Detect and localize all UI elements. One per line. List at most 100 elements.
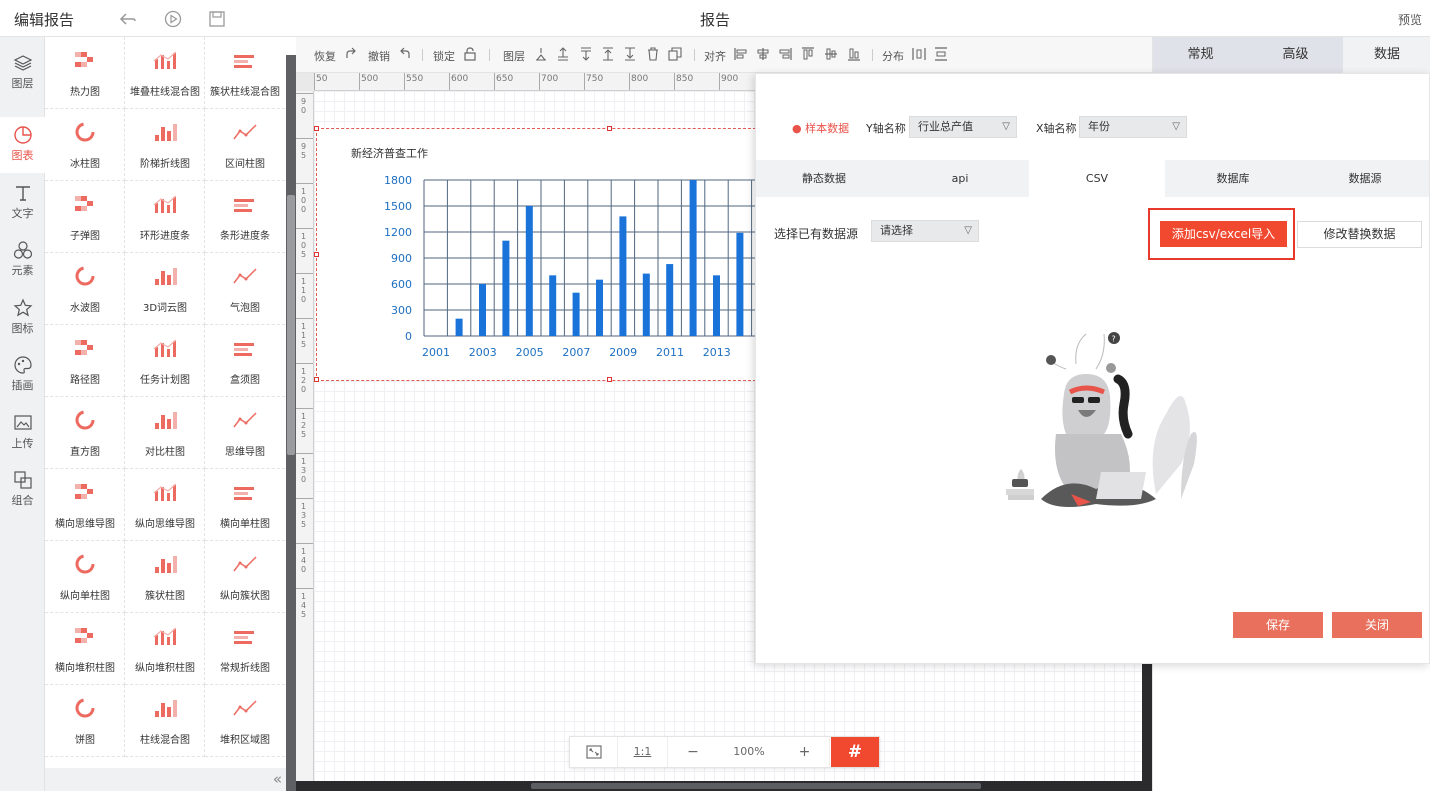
align-middle-v-icon[interactable]: [824, 47, 838, 61]
component-h-stacked-bar[interactable]: 横向堆积柱图: [45, 613, 125, 685]
tab-advanced[interactable]: 高级: [1248, 37, 1343, 73]
lock-icon[interactable]: [463, 47, 477, 61]
distribute-v-icon[interactable]: [934, 47, 948, 61]
import-csv-excel-button[interactable]: 添加csv/excel导入: [1160, 221, 1287, 247]
component-stacked-bar-line[interactable]: 堆叠柱线混合图: [125, 37, 205, 109]
rail-item-upload[interactable]: 上传: [0, 405, 45, 461]
rail-item-elements[interactable]: 元素: [0, 232, 45, 288]
component-bubble[interactable]: 气泡图: [205, 253, 285, 325]
align-top-icon[interactable]: [801, 47, 815, 61]
bring-front-icon[interactable]: [556, 47, 570, 61]
component-line[interactable]: 常规折线图: [205, 613, 285, 685]
delete-trash-icon[interactable]: [646, 47, 660, 61]
undo-icon[interactable]: [398, 47, 412, 61]
tab-database[interactable]: 数据库: [1165, 160, 1301, 197]
zoom-in-button[interactable]: +: [780, 737, 830, 767]
component-cluster-bar-line[interactable]: 簇状柱线混合图: [205, 37, 285, 109]
close-button[interactable]: 关闭: [1332, 612, 1422, 638]
component-pie[interactable]: 饼图: [45, 685, 125, 757]
component-liquid[interactable]: 水波图: [45, 253, 125, 325]
selected-chart-widget[interactable]: 新经济普查工作 0 300 600 900 1200 1500 1800 2001 2003 20…: [314, 126, 756, 382]
component-cluster-bar[interactable]: 簇状柱图: [125, 541, 205, 613]
layer-up-icon[interactable]: [534, 47, 548, 61]
distribute-label[interactable]: 分布: [882, 48, 904, 64]
scrollbar-thumb[interactable]: [531, 783, 981, 789]
fit-screen-button[interactable]: [570, 737, 618, 767]
rail-item-illustrations[interactable]: 插画: [0, 347, 45, 403]
canvas-scrollbar-h[interactable]: [296, 781, 1152, 791]
select-value: 行业总产值: [918, 120, 973, 133]
panel-scrollbar[interactable]: [286, 55, 296, 791]
copy-icon[interactable]: [668, 47, 682, 61]
sample-data-label[interactable]: ● 样本数据: [792, 120, 849, 136]
align-right-icon[interactable]: [778, 47, 792, 61]
ruler-mark: 800: [631, 74, 649, 84]
component-bar-line[interactable]: 柱线混合图: [125, 685, 205, 757]
tab-general[interactable]: 常规: [1153, 37, 1248, 73]
align-bottom-icon[interactable]: [847, 47, 861, 61]
save-button[interactable]: 保存: [1233, 612, 1323, 638]
tab-csv[interactable]: CSV: [1029, 160, 1165, 197]
align-center-h-icon[interactable]: [756, 47, 770, 61]
component-h-single-bar[interactable]: 横向单柱图: [205, 469, 285, 541]
component-h-mindmap[interactable]: 横向思维导图: [45, 469, 125, 541]
y-axis-name-select[interactable]: 行业总产值 ▽: [909, 116, 1017, 138]
tab-api[interactable]: api: [892, 160, 1028, 197]
component-histogram[interactable]: 直方图: [45, 397, 125, 469]
component-range-bar[interactable]: 区间柱图: [205, 109, 285, 181]
component-ring-progress[interactable]: 环形进度条: [125, 181, 205, 253]
tab-static-data[interactable]: 静态数据: [756, 160, 892, 197]
layer-bottom-icon[interactable]: [623, 47, 637, 61]
tab-datasource[interactable]: 数据源: [1301, 160, 1429, 197]
component-compare-bar[interactable]: 对比柱图: [125, 397, 205, 469]
component-v-stacked-bar[interactable]: 纵向堆积柱图: [125, 613, 205, 685]
component-gantt[interactable]: 任务计划图: [125, 325, 205, 397]
tab-data[interactable]: 数据: [1343, 37, 1430, 73]
replace-data-button[interactable]: 修改替换数据: [1297, 221, 1422, 248]
layer-label[interactable]: 图层: [503, 48, 525, 64]
layer-top-icon[interactable]: [601, 47, 615, 61]
ruler-mark: 1 2 0: [301, 367, 307, 394]
component-heatmap[interactable]: 热力图: [45, 37, 125, 109]
existing-source-select[interactable]: 请选择 ▽: [871, 220, 979, 242]
rail-item-layers[interactable]: 图层: [0, 45, 45, 101]
redo-label[interactable]: 恢复: [314, 48, 336, 64]
component-bar-progress[interactable]: 条形进度条: [205, 181, 285, 253]
component-v-mindmap[interactable]: 纵向思维导图: [125, 469, 205, 541]
component-stacked-area[interactable]: 堆积区域图: [205, 685, 285, 757]
play-icon[interactable]: [163, 9, 183, 29]
component-v-cluster[interactable]: 纵向簇状图: [205, 541, 285, 613]
lock-label[interactable]: 锁定: [433, 48, 455, 64]
zoom-out-button[interactable]: −: [668, 737, 718, 767]
align-left-icon[interactable]: [734, 47, 748, 61]
bar-2006: [549, 275, 557, 336]
preview-button[interactable]: 预览: [1398, 11, 1422, 28]
rail-item-icons[interactable]: 图标: [0, 290, 45, 346]
send-back-icon[interactable]: [579, 47, 593, 61]
actual-size-button[interactable]: 1:1: [618, 737, 668, 767]
x-axis-name-select[interactable]: 年份 ▽: [1079, 116, 1187, 138]
distribute-h-icon[interactable]: [912, 47, 926, 61]
collapse-chevron-icon[interactable]: «: [273, 770, 282, 788]
undo-label[interactable]: 撤销: [368, 48, 390, 64]
bar-progress-icon: [234, 199, 254, 212]
ruler-tick: [584, 73, 585, 90]
redo-icon[interactable]: [344, 47, 358, 61]
component-step-line[interactable]: 阶梯折线图: [125, 109, 205, 181]
component-bullet[interactable]: 子弹图: [45, 181, 125, 253]
scrollbar-thumb[interactable]: [287, 195, 295, 455]
ruler-tick: [296, 453, 313, 454]
component-wordcloud-3d[interactable]: 3D词云图: [125, 253, 205, 325]
rail-item-text[interactable]: 文字: [0, 175, 45, 231]
component-mindmap[interactable]: 思维导图: [205, 397, 285, 469]
grid-toggle-button[interactable]: #: [831, 737, 879, 767]
save-disk-icon[interactable]: [207, 9, 227, 29]
component-icicle[interactable]: 冰柱图: [45, 109, 125, 181]
back-arrow-icon[interactable]: [118, 9, 138, 29]
component-v-single-bar[interactable]: 纵向单柱图: [45, 541, 125, 613]
component-boxplot[interactable]: 盒须图: [205, 325, 285, 397]
align-label[interactable]: 对齐: [704, 48, 726, 64]
rail-item-group[interactable]: 组合: [0, 462, 45, 518]
component-path[interactable]: 路径图: [45, 325, 125, 397]
rail-item-charts[interactable]: 图表: [0, 117, 45, 173]
